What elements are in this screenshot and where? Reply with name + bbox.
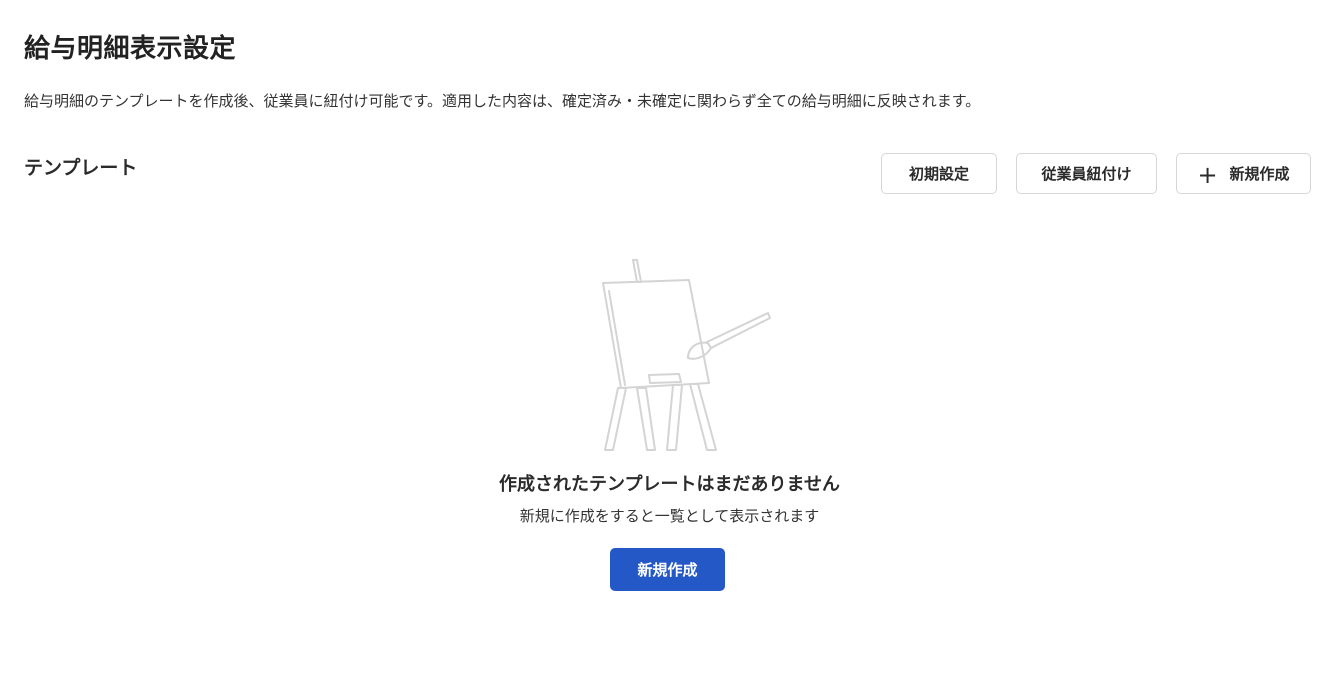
employee-assign-button[interactable]: 従業員紐付け bbox=[1016, 153, 1157, 194]
easel-icon bbox=[602, 259, 771, 451]
employee-assign-label: 従業員紐付け bbox=[1041, 165, 1132, 183]
plus-icon: + bbox=[1197, 160, 1218, 189]
create-template-button[interactable]: 新規作成 bbox=[610, 548, 725, 591]
empty-state-title: 作成されたテンプレートはまだありません bbox=[499, 474, 840, 495]
new-create-button[interactable]: + 新規作成 bbox=[1176, 153, 1311, 194]
page-title: 給与明細表示設定 bbox=[24, 34, 237, 64]
new-create-label: 新規作成 bbox=[1229, 165, 1290, 183]
initial-settings-label: 初期設定 bbox=[908, 165, 969, 183]
templates-section-title: テンプレート bbox=[24, 157, 138, 179]
payslip-display-settings-page: 給与明細表示設定 給与明細のテンプレートを作成後、従業員に紐付け可能です。適用し… bbox=[0, 0, 1339, 675]
empty-state-illustration bbox=[585, 255, 780, 455]
page-description: 給与明細のテンプレートを作成後、従業員に紐付け可能です。適用した内容は、確定済み… bbox=[24, 92, 981, 110]
initial-settings-button[interactable]: 初期設定 bbox=[881, 153, 997, 194]
empty-state-subtitle: 新規に作成をすると一覧として表示されます bbox=[519, 507, 820, 525]
create-template-label: 新規作成 bbox=[637, 561, 698, 579]
